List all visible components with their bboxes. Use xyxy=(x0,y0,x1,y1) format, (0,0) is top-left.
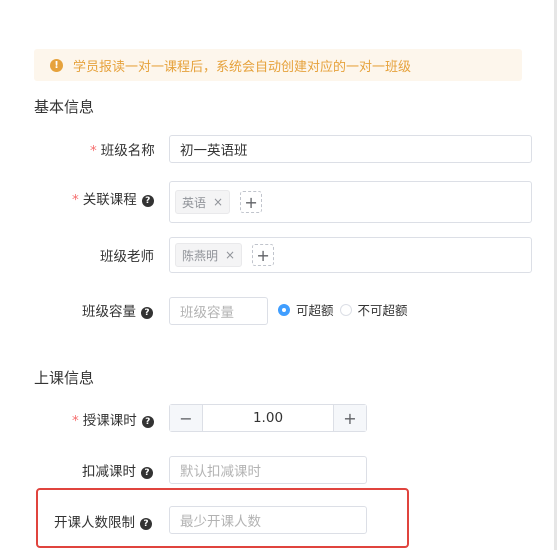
teacher-select[interactable]: 陈燕明 × + xyxy=(169,237,532,273)
min-students-input[interactable]: 最少开课人数 xyxy=(169,506,367,534)
class-hours-value[interactable]: 1.00 xyxy=(203,405,333,431)
required-mark: * xyxy=(72,192,79,208)
capacity-label-text: 班级容量 xyxy=(82,304,136,320)
capacity-input[interactable]: 班级容量 xyxy=(169,297,268,325)
capacity-label: 班级容量? xyxy=(82,300,153,320)
class-name-value: 初一英语班 xyxy=(180,143,248,159)
teacher-label: 班级老师 xyxy=(100,249,154,265)
teacher-tag-label: 陈燕明 xyxy=(182,248,219,263)
alert-text: 学员报读一对一课程后，系统会自动创建对应的一对一班级 xyxy=(73,59,412,75)
deduct-hours-placeholder: 默认扣减课时 xyxy=(180,464,261,480)
plus-icon: + xyxy=(256,245,270,265)
course-label: * 关联课程? xyxy=(72,188,154,208)
add-teacher-button[interactable]: + xyxy=(252,244,275,266)
teacher-tag: 陈燕明 × xyxy=(175,243,243,267)
min-students-placeholder: 最少开课人数 xyxy=(180,514,261,530)
warning-icon: ! xyxy=(50,58,63,72)
radio-no-over[interactable] xyxy=(339,303,352,316)
required-mark: * xyxy=(90,143,97,159)
decrement-button[interactable]: − xyxy=(170,405,203,431)
plus-icon: + xyxy=(244,192,258,212)
deduct-hours-input[interactable]: 默认扣减课时 xyxy=(169,456,367,484)
radio-allow-over[interactable] xyxy=(278,303,290,316)
info-alert: ! 学员报读一对一课程后，系统会自动创建对应的一对一班级 xyxy=(34,49,522,81)
close-icon[interactable]: × xyxy=(213,195,223,209)
help-icon[interactable]: ? xyxy=(140,518,152,530)
course-label-text: 关联课程 xyxy=(82,192,137,208)
class-hours-label: * 授课课时? xyxy=(72,409,154,429)
class-hours-stepper[interactable]: − 1.00 + xyxy=(169,404,367,432)
class-name-label-text: 班级名称 xyxy=(100,143,155,159)
help-icon[interactable]: ? xyxy=(141,195,154,207)
min-students-label-text: 开课人数限制 xyxy=(54,515,135,531)
deduct-hours-label: 扣减课时? xyxy=(82,460,153,480)
course-tag-label: 英语 xyxy=(182,195,207,210)
help-icon[interactable]: ? xyxy=(141,307,153,319)
min-students-label: 开课人数限制? xyxy=(54,511,152,531)
radio-allow-over-label[interactable]: 可超额 xyxy=(296,300,334,319)
section-title-class-info: 上课信息 xyxy=(34,369,95,387)
course-tag: 英语 × xyxy=(175,190,231,214)
close-icon[interactable]: × xyxy=(225,248,235,262)
capacity-radio-group: 可超额 不可超额 xyxy=(278,300,414,319)
help-icon[interactable]: ? xyxy=(141,416,154,428)
add-course-button[interactable]: + xyxy=(240,191,263,213)
capacity-placeholder: 班级容量 xyxy=(180,305,234,321)
help-icon[interactable]: ? xyxy=(141,467,153,479)
class-name-input[interactable]: 初一英语班 xyxy=(169,135,532,163)
required-mark: * xyxy=(72,413,79,429)
deduct-hours-label-text: 扣减课时 xyxy=(82,464,136,480)
course-select[interactable]: 英语 × + xyxy=(169,181,532,223)
class-name-label: * 班级名称 xyxy=(90,139,155,159)
section-title-basic: 基本信息 xyxy=(34,98,95,116)
radio-no-over-label[interactable]: 不可超额 xyxy=(358,300,408,319)
increment-button[interactable]: + xyxy=(333,405,366,431)
class-hours-label-text: 授课课时 xyxy=(82,413,137,429)
